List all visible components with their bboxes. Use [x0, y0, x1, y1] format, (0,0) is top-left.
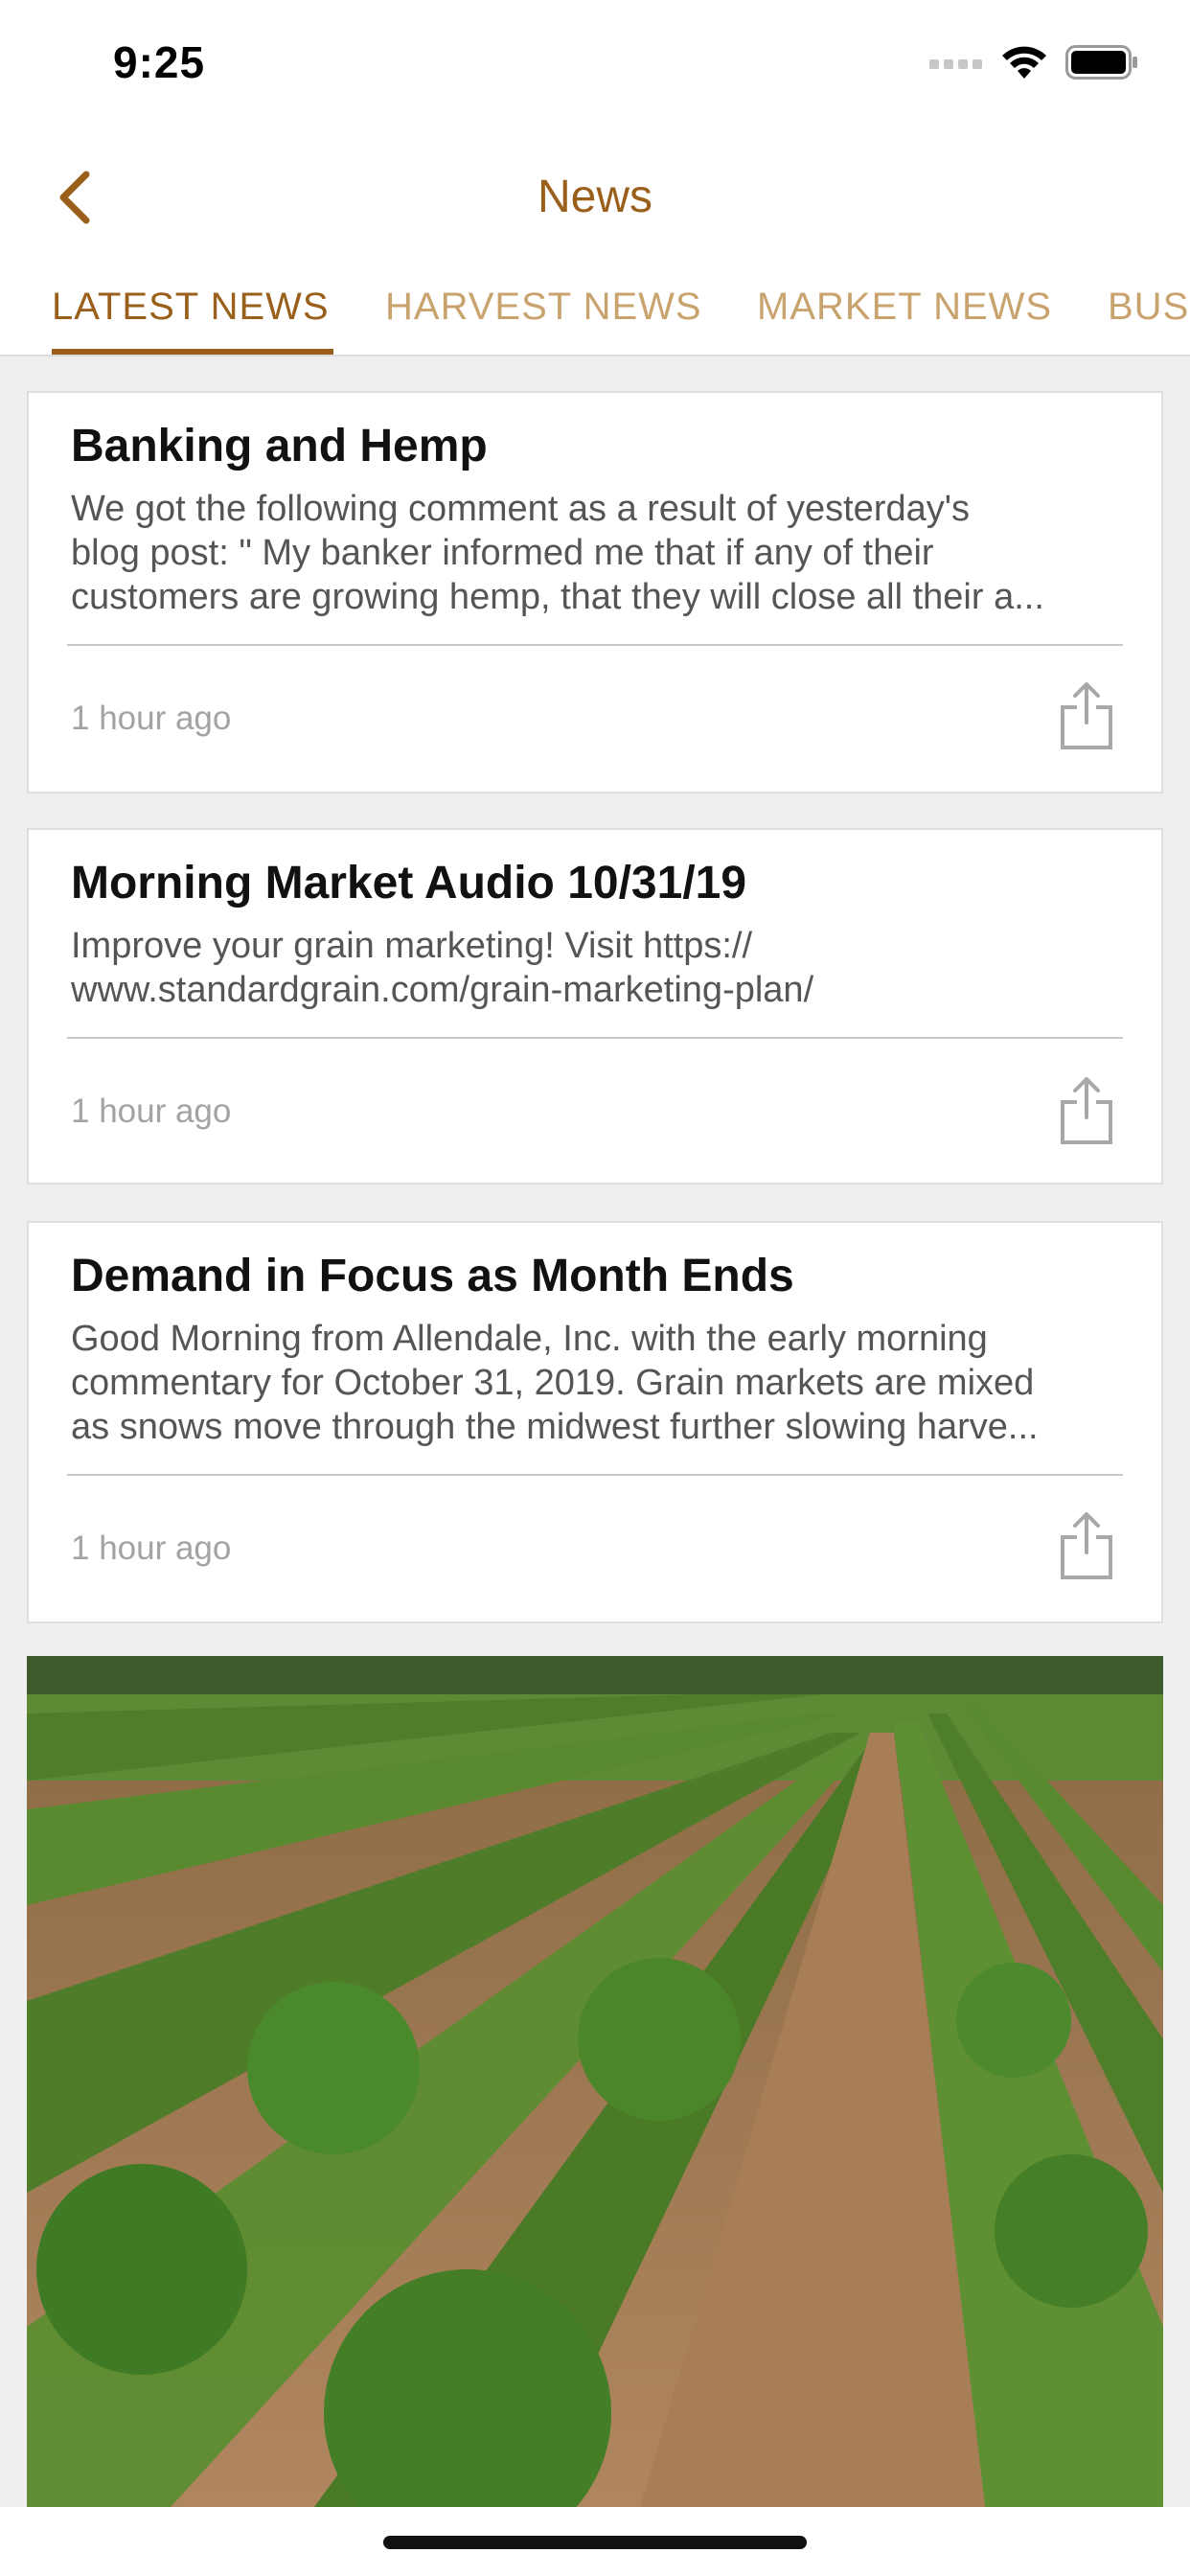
card-divider: [67, 644, 1123, 646]
hemp-field-photo: [27, 1656, 1163, 2507]
news-card-summary: Improve your grain marketing! Visit http…: [71, 924, 1121, 1012]
status-icons: [929, 44, 1138, 80]
news-card-time: 1 hour ago: [71, 1530, 232, 1567]
news-card-title: Morning Market Audio 10/31/19: [71, 858, 747, 908]
tab-latest-news[interactable]: LATEST NEWS: [52, 286, 330, 329]
news-card-title: Banking and Hemp: [71, 421, 488, 472]
status-time: 9:25: [113, 37, 206, 87]
tab-business[interactable]: BUS: [1108, 286, 1189, 329]
card-divider: [67, 1474, 1123, 1476]
share-icon[interactable]: [1058, 680, 1115, 751]
news-card-summary: We got the following comment as a result…: [71, 487, 1121, 619]
news-card-time: 1 hour ago: [71, 1092, 232, 1130]
news-card-time: 1 hour ago: [71, 700, 232, 737]
summary-line: customers are growing hemp, that they wi…: [71, 577, 1044, 617]
page-title: News: [537, 172, 653, 222]
tab-harvest-news[interactable]: HARVEST NEWS: [385, 286, 702, 329]
status-bar: 9:25: [0, 0, 1190, 134]
signal-icon: [929, 59, 982, 69]
summary-line: blog post: " My banker informed me that …: [71, 533, 934, 573]
nav-bar: News: [0, 134, 1190, 259]
active-tab-indicator: [52, 349, 333, 355]
summary-line: commentary for October 31, 2019. Grain m…: [71, 1363, 1035, 1403]
tab-bar: LATEST NEWS HARVEST NEWS MARKET NEWS BUS: [0, 259, 1190, 356]
tab-market-news[interactable]: MARKET NEWS: [757, 286, 1052, 329]
share-icon[interactable]: [1058, 1510, 1115, 1581]
news-card-summary: Good Morning from Allendale, Inc. with t…: [71, 1317, 1121, 1449]
summary-line: Good Morning from Allendale, Inc. with t…: [71, 1319, 988, 1359]
home-indicator[interactable]: [383, 2536, 807, 2549]
summary-line: Improve your grain marketing! Visit http…: [71, 926, 753, 966]
summary-line: www.standardgrain.com/grain-marketing-pl…: [71, 970, 814, 1010]
news-card-morning-market[interactable]: Morning Market Audio 10/31/19 Improve yo…: [27, 828, 1163, 1184]
news-card-image[interactable]: [27, 1656, 1163, 2507]
news-card-title: Demand in Focus as Month Ends: [71, 1251, 794, 1301]
summary-line: as snows move through the midwest furthe…: [71, 1407, 1039, 1447]
news-card-banking-hemp[interactable]: Banking and Hemp We got the following co…: [27, 391, 1163, 794]
news-card-demand-focus[interactable]: Demand in Focus as Month Ends Good Morni…: [27, 1221, 1163, 1623]
battery-icon: [1065, 45, 1137, 80]
share-icon[interactable]: [1058, 1075, 1115, 1146]
wifi-icon: [1002, 46, 1046, 79]
card-divider: [67, 1037, 1123, 1039]
summary-line: We got the following comment as a result…: [71, 489, 970, 529]
